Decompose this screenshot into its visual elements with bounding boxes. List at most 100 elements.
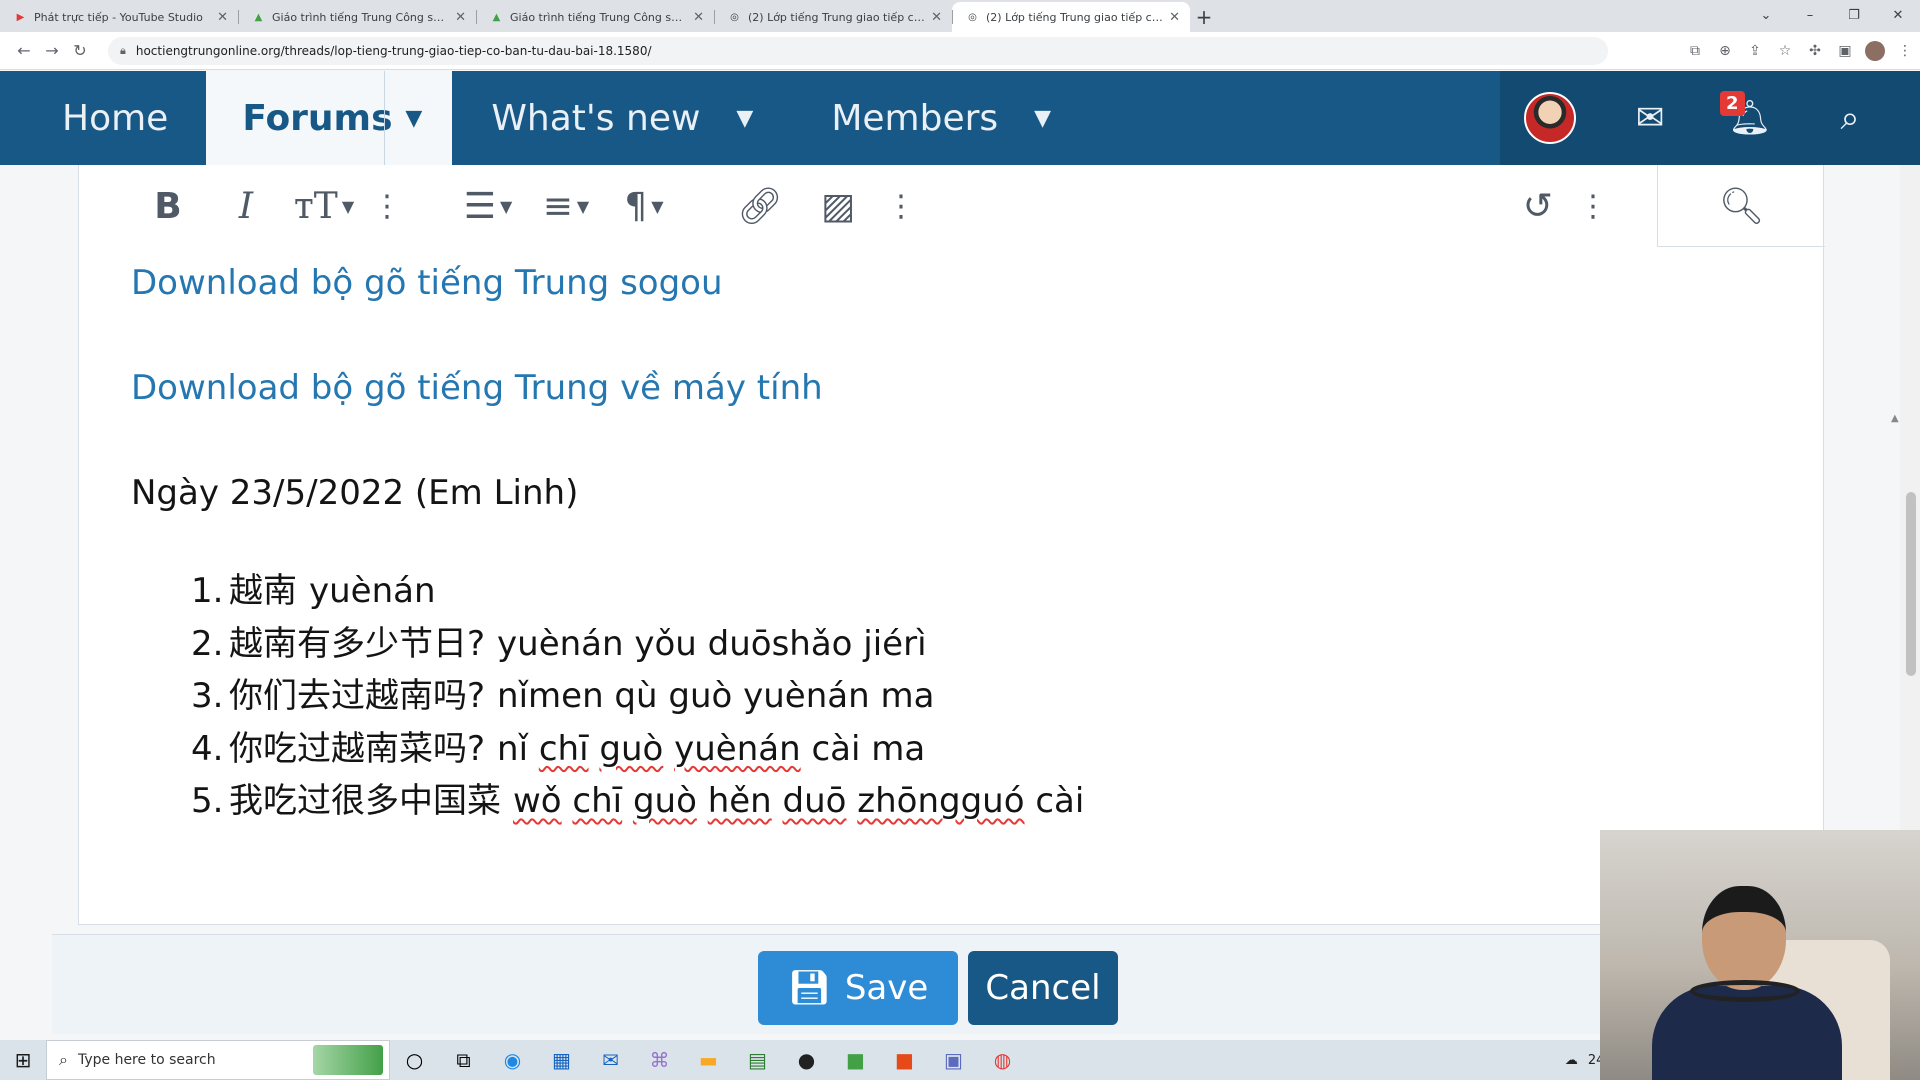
globe-icon: ◎ [730,11,739,23]
cortana-icon[interactable]: ○ [390,1040,439,1080]
browser-tab-strip: ▶ Phát trực tiếp - YouTube Studio ✕ ▲ Gi… [0,0,1920,32]
nav-whats-new-label: What's new [491,97,701,139]
align-icon[interactable]: ≡ ▼ [527,176,605,236]
tab-title: Giáo trình tiếng Trung Công sở C [272,10,450,24]
window-controls: ⌄ – ❐ ✕ [1744,0,1920,30]
menu-icon[interactable]: ⋮ [1890,37,1920,65]
undo-icon[interactable]: ↺ [1499,176,1577,236]
list-icon[interactable]: ☰ ▼ [449,176,527,236]
chevron-down-icon[interactable]: ▼ [384,71,442,165]
nav-home-label: Home [62,97,169,139]
nav-forums[interactable]: Forums ▼ [206,71,453,165]
save-icon: 💾︎ [787,968,831,1008]
nav-members-label: Members [831,97,999,139]
minimize-icon[interactable]: – [1788,0,1832,30]
youtube-icon: ▶ [16,11,25,23]
share-icon[interactable]: ⇪ [1740,37,1770,65]
close-icon[interactable]: ✕ [1169,10,1180,25]
site-icon: ▲ [254,11,263,23]
app-icon[interactable]: ■ [831,1040,880,1080]
browser-tab-active[interactable]: ◎ (2) Lớp tiếng Trung giao tiếp cơ b ✕ [952,2,1190,32]
save-label: Save [844,968,929,1008]
preview-icon: 🔍︎ [1718,185,1765,227]
italic-icon[interactable]: I [207,176,285,236]
forum-nav: Home Forums ▼ What's new ▼ Members ▼ ✉ 🔔… [0,71,1920,165]
sidebar-icon[interactable]: ▣ [1830,37,1860,65]
obs-icon[interactable]: ● [782,1040,831,1080]
lock-icon[interactable]: 🔒︎ [120,44,126,58]
file-explorer-icon[interactable]: ▬ [684,1040,733,1080]
link-icon[interactable]: 🔗︎ [721,176,799,236]
avatar [1524,92,1576,144]
taskbar-search-placeholder: Type here to search [77,1052,216,1068]
pinyin-text: nǐ chī guò yuènán cài ma [497,728,926,769]
store-icon[interactable]: ▦ [537,1040,586,1080]
windows-start-icon[interactable]: ⊞ [0,1040,46,1080]
chrome-icon[interactable]: ◍ [978,1040,1027,1080]
editor-toolbar: B I тT ▼ ⋮ ☰ ▼ ≡ ▼ ¶ ▼ 🔗︎ ▨ ⋮ ↺ ⋮ 🔍︎ [79,165,1825,247]
nav-whats-new[interactable]: What's new ▼ [452,71,783,165]
mail-icon[interactable]: ✉ [1600,71,1700,165]
search-icon[interactable]: ⌕ [1800,71,1900,165]
close-icon[interactable]: ✕ [693,10,704,25]
alerts-button[interactable]: 🔔︎ 2 [1700,71,1800,165]
app-icon[interactable]: ▣ [929,1040,978,1080]
profile-avatar[interactable] [1865,40,1885,61]
more-options-icon[interactable]: ⋮ [363,176,411,236]
webcam-overlay [1600,830,1920,1080]
app-icon[interactable]: ⌘ [635,1040,684,1080]
sogou-download-link[interactable]: Download bộ gõ tiếng Trung sogou [131,263,1823,303]
bookmark-star-icon[interactable]: ☆ [1770,37,1800,65]
reload-icon[interactable]: ↻ [66,37,94,65]
tab-search-icon[interactable]: ⌄ [1744,0,1788,30]
pc-download-link[interactable]: Download bộ gõ tiếng Trung về máy tính [131,368,1823,408]
page-scroll-thumb[interactable] [1906,492,1916,676]
app-icon[interactable]: ■ [880,1040,929,1080]
vocab-list: 1. 越南 yuènán 2. 越南有多少节日? yuènán yǒu duōs… [131,565,1823,828]
browser-tab[interactable]: ▲ Giáo trình tiếng Trung Công sở C ✕ [238,2,476,32]
bold-icon[interactable]: B [129,176,207,236]
paragraph-icon[interactable]: ¶ ▼ [605,176,683,236]
extensions-icon[interactable]: ✣ [1800,37,1830,65]
back-icon[interactable]: ← [10,37,38,65]
save-button[interactable]: 💾︎ Save [758,951,958,1025]
mail-app-icon[interactable]: ✉ [586,1040,635,1080]
url-input[interactable]: 🔒︎ hoctiengtrungonline.org/threads/lop-t… [108,36,1608,65]
excel-icon[interactable]: ▤ [733,1040,782,1080]
chevron-down-icon[interactable]: ▼ [1034,106,1051,131]
nav-user-area: ✉ 🔔︎ 2 ⌕ [1500,71,1920,165]
cancel-button[interactable]: Cancel [968,951,1118,1025]
browser-tab[interactable]: ▶ Phát trực tiếp - YouTube Studio ✕ [0,2,238,32]
close-icon[interactable]: ✕ [455,10,466,25]
taskbar-search-input[interactable]: ⌕ Type here to search [46,1040,390,1080]
close-icon[interactable]: ✕ [931,10,942,25]
text-size-icon[interactable]: тT ▼ [285,176,363,236]
restore-icon[interactable]: ❐ [1832,0,1876,30]
tab-title: (2) Lớp tiếng Trung giao tiếp cơ b [986,10,1164,24]
editor-scroll-up-icon[interactable]: ▲ [1891,413,1899,424]
globe-icon: ◎ [968,11,977,23]
new-tab-icon[interactable]: + [1190,2,1218,32]
forward-icon[interactable]: → [38,37,66,65]
more-options-icon[interactable]: ⋮ [877,176,925,236]
edge-icon[interactable]: ◉ [488,1040,537,1080]
close-window-icon[interactable]: ✕ [1876,0,1920,30]
browser-tab[interactable]: ▲ Giáo trình tiếng Trung Công sở V ✕ [476,2,714,32]
browser-tab[interactable]: ◎ (2) Lớp tiếng Trung giao tiếp cơ b ✕ [714,2,952,32]
chevron-down-icon[interactable]: ▼ [736,106,753,131]
translate-icon[interactable]: ⧉ [1680,37,1710,65]
form-action-bar: 💾︎ Save Cancel [52,934,1852,1034]
editor-content[interactable]: Download bộ gõ tiếng Trung sogou Downloa… [79,263,1823,828]
weather-icon[interactable]: ☁ [1565,1053,1578,1068]
list-item: 3. 你们去过越南吗? nǐmen qù guò yuènán ma [191,676,935,716]
account-button[interactable] [1500,71,1600,165]
preview-button[interactable]: 🔍︎ [1657,165,1825,247]
image-icon[interactable]: ▨ [799,176,877,236]
more-options-icon[interactable]: ⋮ [1569,176,1617,236]
zoom-icon[interactable]: ⊕ [1710,37,1740,65]
nav-home[interactable]: Home [0,71,206,165]
task-view-icon[interactable]: ⧉ [439,1040,488,1080]
close-icon[interactable]: ✕ [217,10,228,25]
cancel-label: Cancel [985,968,1101,1008]
nav-members[interactable]: Members ▼ [783,71,1081,165]
